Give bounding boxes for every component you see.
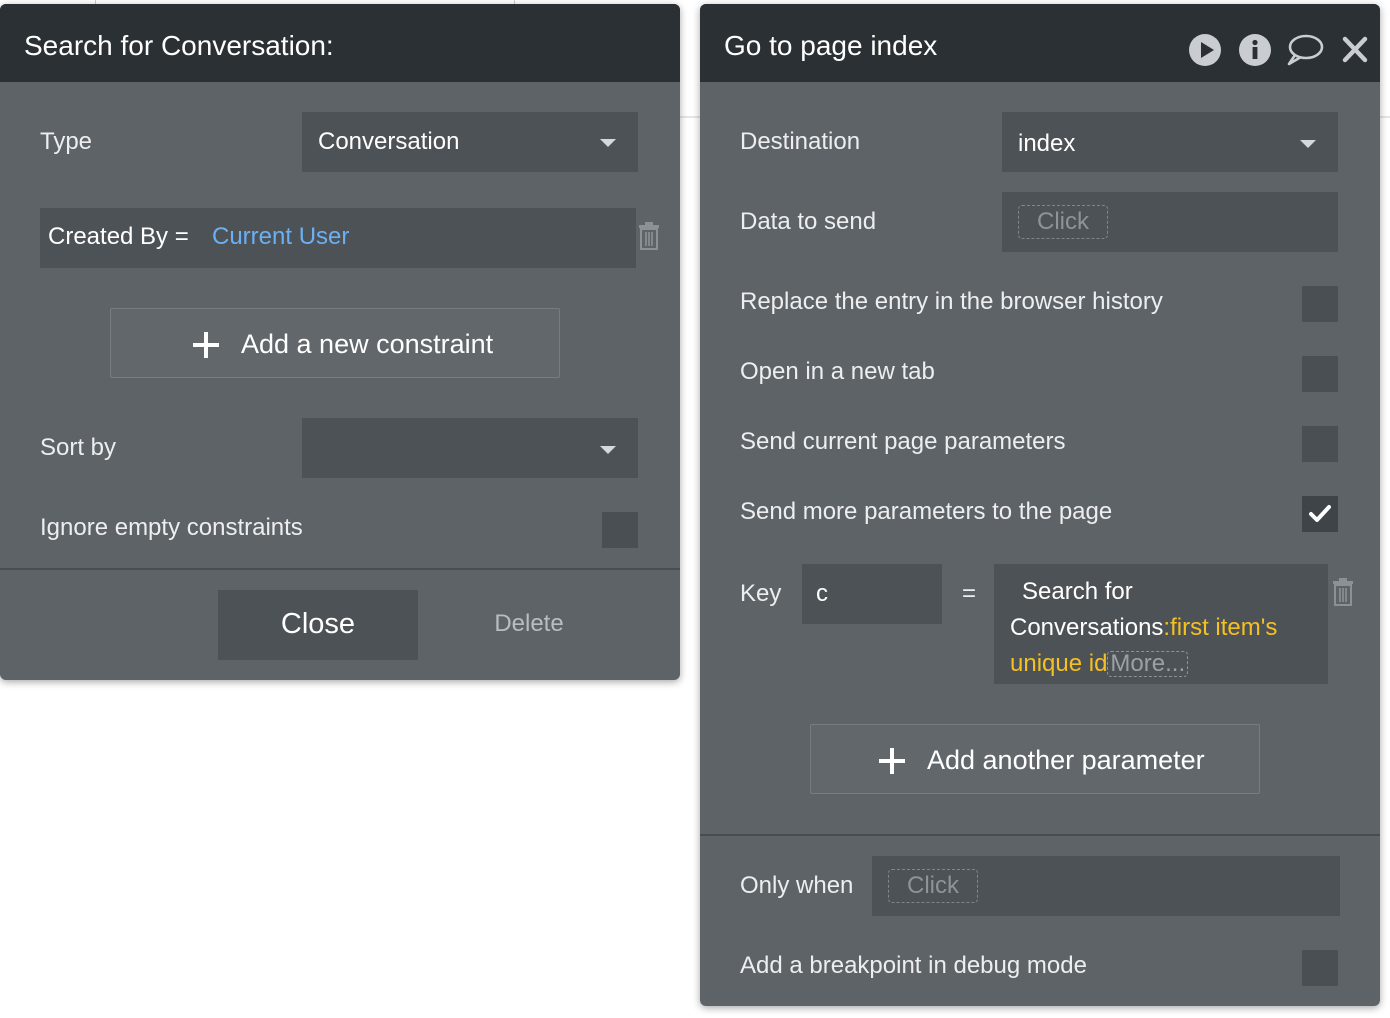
- param-key-input[interactable]: c: [802, 564, 942, 624]
- search-panel-title: Search for Conversation:: [24, 30, 334, 61]
- param-equals: =: [962, 580, 977, 607]
- data-to-send-placeholder[interactable]: Click: [1018, 205, 1108, 239]
- goto-panel-title: Go to page index: [724, 30, 938, 61]
- type-label: Type: [40, 128, 93, 155]
- type-dropdown[interactable]: Conversation: [302, 112, 638, 172]
- type-dropdown-value: Conversation: [318, 128, 460, 155]
- only-when-field[interactable]: Click: [872, 856, 1340, 916]
- search-panel-divider: [0, 568, 680, 570]
- goto-panel-divider: [700, 834, 1380, 836]
- param-value-line2: Conversations:first item's: [1010, 614, 1277, 642]
- param-value-line3: unique id More...: [1010, 650, 1189, 678]
- destination-label: Destination: [740, 128, 861, 155]
- send-more-params-checkbox[interactable]: [1302, 496, 1338, 532]
- info-icon[interactable]: [1238, 33, 1272, 67]
- param-key-label: Key: [740, 580, 782, 607]
- only-when-placeholder[interactable]: Click: [888, 869, 978, 903]
- goto-panel-header: Go to page index: [700, 4, 1380, 82]
- search-panel: Search for Conversation: Type Conversati…: [0, 4, 680, 680]
- send-more-params-label: Send more parameters to the page: [740, 498, 1113, 525]
- close-button-label: Close: [280, 608, 356, 640]
- trash-icon[interactable]: [1332, 578, 1354, 606]
- constraint-field: Created By =: [48, 223, 189, 250]
- comment-icon[interactable]: [1286, 33, 1324, 67]
- send-current-params-checkbox[interactable]: [1302, 426, 1338, 462]
- chevron-down-icon: [600, 446, 616, 454]
- play-icon[interactable]: [1188, 33, 1222, 67]
- plus-icon: [879, 748, 905, 774]
- breakpoint-label: Add a breakpoint in debug mode: [740, 952, 1087, 979]
- chevron-down-icon: [600, 139, 616, 147]
- trash-icon[interactable]: [638, 222, 660, 250]
- breakpoint-checkbox[interactable]: [1302, 950, 1338, 986]
- destination-value: index: [1018, 130, 1076, 157]
- delete-button[interactable]: Delete: [460, 610, 598, 638]
- sort-by-dropdown[interactable]: [302, 418, 638, 478]
- param-value-operator[interactable]: first item's: [1170, 614, 1277, 641]
- add-parameter-label: Add another parameter: [927, 745, 1205, 775]
- new-tab-checkbox[interactable]: [1302, 356, 1338, 392]
- send-current-params-label: Send current page parameters: [740, 428, 1066, 455]
- constraint-row[interactable]: Created By = Current User: [40, 208, 636, 268]
- data-to-send-label: Data to send: [740, 208, 877, 235]
- add-constraint-button[interactable]: Add a new constraint: [110, 308, 560, 378]
- add-constraint-label: Add a new constraint: [241, 329, 494, 359]
- replace-history-label: Replace the entry in the browser history: [740, 288, 1163, 315]
- param-value-line1: Search for: [1022, 578, 1133, 605]
- param-value-source: Conversations: [1010, 614, 1164, 641]
- replace-history-checkbox[interactable]: [1302, 286, 1338, 322]
- destination-dropdown[interactable]: index: [1002, 112, 1338, 172]
- check-icon: [1309, 505, 1331, 522]
- data-to-send-field[interactable]: Click: [1002, 192, 1338, 252]
- new-tab-label: Open in a new tab: [740, 358, 935, 385]
- constraint-value[interactable]: Current User: [212, 223, 349, 251]
- only-when-label: Only when: [740, 872, 854, 899]
- chevron-down-icon: [1300, 140, 1316, 148]
- plus-icon: [193, 332, 219, 358]
- search-panel-header: Search for Conversation:: [0, 4, 680, 82]
- param-value-field[interactable]: unique id: [1010, 650, 1107, 677]
- close-button[interactable]: Close: [218, 590, 418, 660]
- ignore-empty-label: Ignore empty constraints: [40, 514, 303, 541]
- goto-panel: Go to page index Destination index Data …: [700, 4, 1380, 1006]
- sort-by-label: Sort by: [40, 434, 117, 461]
- param-value-more[interactable]: More...: [1107, 651, 1189, 677]
- add-parameter-button[interactable]: Add another parameter: [810, 724, 1260, 794]
- param-value-expression[interactable]: Search for Conversations:first item's un…: [994, 564, 1328, 684]
- param-key-value: c: [816, 580, 828, 607]
- close-icon[interactable]: [1342, 33, 1368, 67]
- ignore-empty-checkbox[interactable]: [602, 512, 638, 548]
